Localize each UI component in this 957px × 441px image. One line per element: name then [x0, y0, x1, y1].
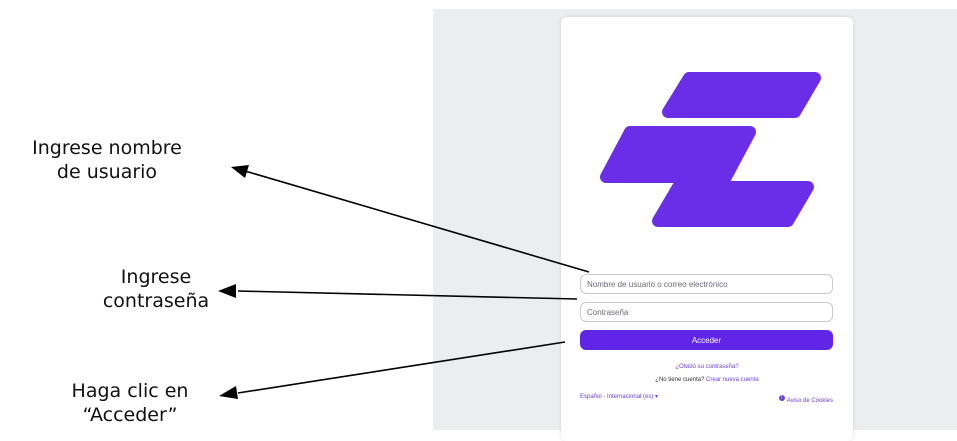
arrow-icon [237, 290, 578, 300]
arrow-icon [231, 165, 249, 178]
arrow-icon [218, 284, 236, 298]
arrow-icon [237, 341, 566, 394]
annotation-arrows [218, 165, 590, 399]
arrow-icon [244, 170, 590, 273]
arrow-icon [219, 386, 238, 399]
